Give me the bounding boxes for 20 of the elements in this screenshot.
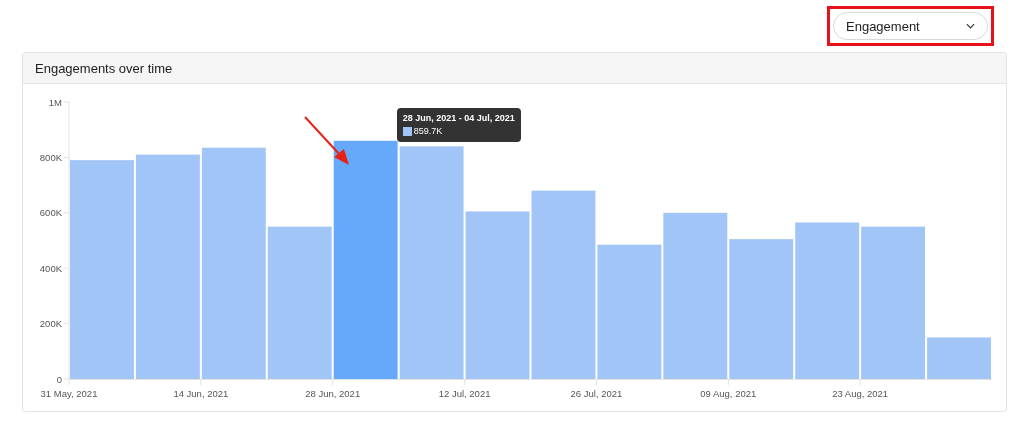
x-tick-label: 23 Aug, 2021 [832,388,889,399]
annotation-arrow [304,116,349,165]
y-tick-label: 200K [39,318,62,330]
y-tick-label: 1M [48,96,62,108]
x-tick-label: 09 Aug, 2021 [700,388,757,399]
x-tick-label: 31 May, 2021 [40,388,98,399]
metric-dropdown[interactable]: Engagement [833,12,988,40]
x-tick-label: 14 Jun, 2021 [173,388,229,399]
y-tick-label: 400K [39,262,62,274]
y-tick-label: 0 [56,373,62,385]
y-tick-label: 600K [39,207,62,219]
x-tick-label: 12 Jul, 2021 [438,388,491,399]
x-tick-label: 26 Jul, 2021 [570,388,623,399]
tooltip-title: 28 Jun, 2021 - 04 Jul, 2021 [402,111,515,125]
y-tick-label: 800K [39,151,62,163]
dropdown-value: Engagement [846,18,920,34]
card-title: Engagements over time [35,60,173,76]
chevron-down-icon [966,23,975,29]
x-tick-label: 28 Jun, 2021 [305,388,361,399]
tooltip-value: 859.7K [413,124,443,138]
